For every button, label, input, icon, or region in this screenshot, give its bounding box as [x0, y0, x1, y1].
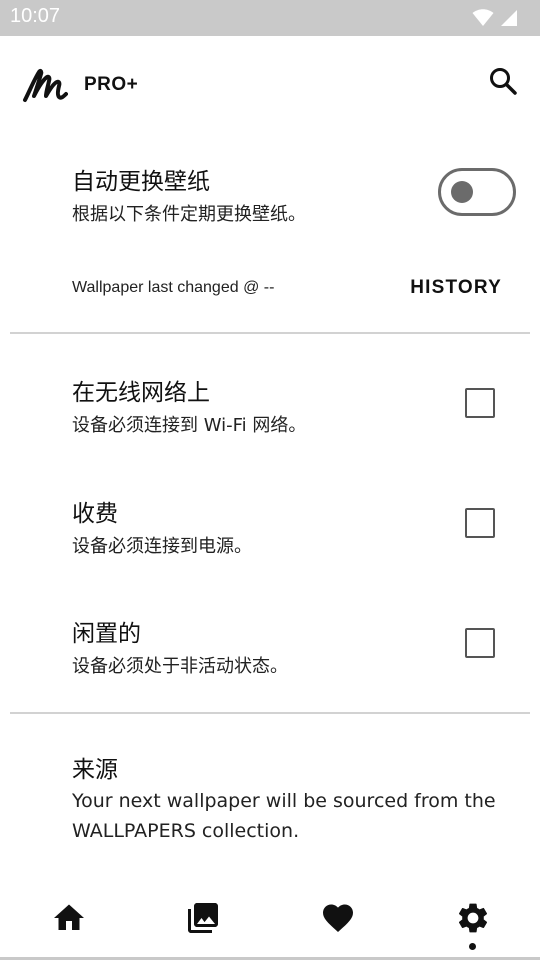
condition-wifi: 在无线网络上 设备必须连接到 Wi-Fi 网络。 — [72, 373, 306, 437]
status-time: 10:07 — [10, 5, 61, 27]
history-button[interactable]: HISTORY — [410, 277, 502, 299]
condition-subtitle: 设备必须连接到电源。 — [72, 536, 252, 557]
home-icon[interactable] — [51, 900, 87, 936]
condition-charging: 收费 设备必须连接到电源。 — [72, 494, 252, 558]
last-changed-text: Wallpaper last changed @ -- — [72, 279, 275, 296]
condition-title: 在无线网络上 — [72, 380, 210, 406]
condition-subtitle: 设备必须连接到 Wi-Fi 网络。 — [72, 415, 307, 436]
brand-label: PRO+ — [84, 74, 139, 95]
toggle-knob — [451, 181, 473, 203]
condition-title: 闲置的 — [72, 621, 141, 647]
auto-change-toggle[interactable] — [438, 168, 516, 216]
idle-checkbox[interactable] — [465, 628, 495, 658]
auto-change-setting: 自动更换壁纸 根据以下条件定期更换壁纸。 — [72, 162, 306, 226]
wifi-checkbox[interactable] — [465, 388, 495, 418]
heart-icon[interactable] — [320, 900, 356, 936]
auto-change-title: 自动更换壁纸 — [72, 169, 210, 195]
bottom-nav — [0, 890, 540, 960]
wallpaper-logo — [23, 68, 68, 102]
divider — [10, 332, 530, 334]
wifi-icon — [472, 9, 494, 26]
condition-subtitle: 设备必须处于非活动状态。 — [72, 656, 288, 677]
active-tab-indicator — [469, 943, 476, 950]
status-icons — [472, 9, 518, 27]
settings-icon[interactable] — [455, 900, 491, 936]
charging-checkbox[interactable] — [465, 508, 495, 538]
auto-change-subtitle: 根据以下条件定期更换壁纸。 — [72, 204, 306, 225]
app-bar: PRO+ — [0, 36, 540, 136]
divider — [10, 712, 530, 714]
source-description: Your next wallpaper will be sourced from… — [72, 790, 496, 842]
status-bar: 10:07 — [0, 0, 540, 36]
search-icon[interactable] — [488, 66, 518, 96]
condition-title: 收费 — [72, 501, 118, 527]
signal-icon — [501, 10, 517, 26]
source-title: 来源 — [72, 757, 118, 783]
gallery-icon[interactable] — [185, 900, 221, 936]
source-setting[interactable]: 来源 Your next wallpaper will be sourced f… — [72, 750, 512, 846]
condition-idle: 闲置的 设备必须处于非活动状态。 — [72, 614, 288, 678]
